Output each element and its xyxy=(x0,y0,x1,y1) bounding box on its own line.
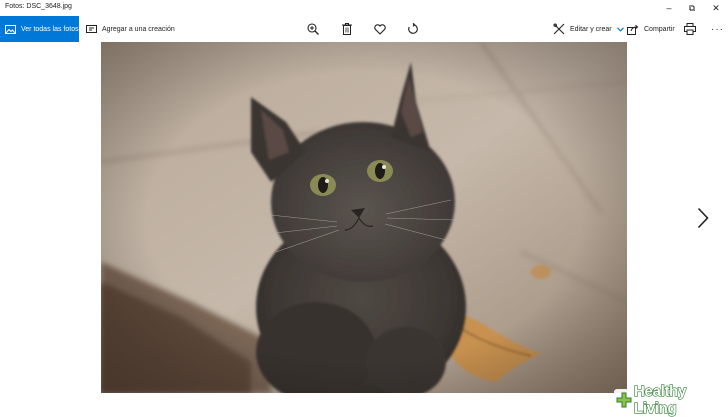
zoom-in-icon xyxy=(307,23,319,35)
share-icon xyxy=(627,24,639,35)
toolbar: Ver todas las fotos Agregar a una creaci… xyxy=(0,16,728,42)
edit-create-label: Editar y crear xyxy=(570,25,612,33)
chevron-down-icon xyxy=(616,26,624,32)
heart-icon xyxy=(374,23,386,35)
view-all-photos-button[interactable]: Ver todas las fotos xyxy=(0,16,79,42)
print-button[interactable] xyxy=(684,16,696,42)
edit-icon xyxy=(553,23,565,35)
photos-icon xyxy=(5,24,16,34)
photo-viewer[interactable] xyxy=(101,42,627,393)
plus-icon xyxy=(616,392,632,408)
edit-create-button[interactable]: Editar y crear xyxy=(553,16,624,42)
window-title: Fotos: DSC_3648.jpg xyxy=(5,3,72,10)
rotate-icon xyxy=(407,23,419,35)
delete-button[interactable] xyxy=(342,16,352,42)
more-icon: ··· xyxy=(711,23,724,35)
close-icon: ✕ xyxy=(712,2,720,13)
healthy-living-watermark: Healthy Living xyxy=(614,382,728,417)
rotate-button[interactable] xyxy=(407,16,419,42)
slideshow-icon xyxy=(86,24,97,34)
watermark-text: Healthy Living xyxy=(633,382,687,417)
restore-icon: ⧉ xyxy=(688,2,696,13)
add-to-creation-button[interactable]: Agregar a una creación xyxy=(86,16,175,42)
print-icon xyxy=(684,23,696,35)
next-photo-button[interactable] xyxy=(693,203,713,233)
favorite-button[interactable] xyxy=(374,16,386,42)
kitten-photo xyxy=(101,42,627,393)
chevron-right-icon xyxy=(697,207,709,229)
zoom-button[interactable] xyxy=(307,16,319,42)
close-button[interactable]: ✕ xyxy=(704,0,728,16)
title-bar: Fotos: DSC_3648.jpg – ⧉ ✕ xyxy=(0,0,728,16)
share-button[interactable]: Compartir xyxy=(627,16,675,42)
trash-icon xyxy=(342,23,352,35)
more-button[interactable]: ··· xyxy=(711,16,724,42)
restore-button[interactable]: ⧉ xyxy=(680,0,704,16)
view-all-photos-label: Ver todas las fotos xyxy=(21,25,79,33)
minimize-icon: – xyxy=(666,3,672,13)
add-to-creation-label: Agregar a una creación xyxy=(102,25,175,33)
share-label: Compartir xyxy=(644,25,675,33)
minimize-button[interactable]: – xyxy=(657,0,681,16)
